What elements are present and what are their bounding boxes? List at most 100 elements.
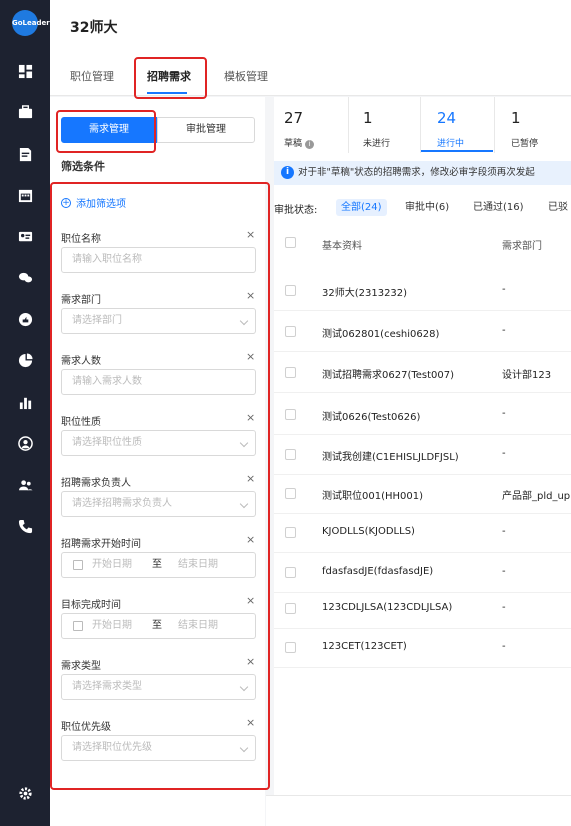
- start-time-range-picker[interactable]: 开始日期 至 结束日期: [61, 552, 256, 578]
- row-basic-info[interactable]: 123CDLJLSA(123CDLJLSA): [322, 602, 452, 613]
- stat-paused-label: 已暂停: [511, 139, 539, 149]
- tab-template-management[interactable]: 模板管理: [224, 68, 268, 84]
- remove-filter-icon[interactable]: ×: [246, 472, 255, 485]
- chip-approved[interactable]: 已通过(16): [468, 199, 529, 216]
- row-department: -: [502, 408, 506, 419]
- field-label-target-time: 目标完成时间: [61, 600, 121, 611]
- row-checkbox[interactable]: [285, 527, 296, 538]
- row-department: -: [502, 284, 506, 295]
- pie-chart-icon[interactable]: [17, 352, 33, 368]
- main-tabs: 职位管理 招聘需求 模板管理: [50, 52, 571, 96]
- row-checkbox[interactable]: [285, 488, 296, 499]
- department-placeholder: 请选择部门: [72, 315, 122, 326]
- table-row[interactable]: 123CDLJLSA(123CDLJLSA) -: [274, 589, 571, 629]
- table-row[interactable]: 测试职位001(HH001) 产品部_pld_up: [274, 474, 571, 514]
- bar-chart-icon[interactable]: [17, 394, 33, 410]
- top-bar: 32师大: [50, 0, 571, 52]
- approval-management-button[interactable]: 审批管理: [157, 117, 255, 143]
- owner-select[interactable]: 请选择招聘需求负责人: [61, 491, 256, 517]
- calendar-icon[interactable]: [17, 187, 33, 203]
- tab-job-management[interactable]: 职位管理: [70, 68, 114, 84]
- remove-filter-icon[interactable]: ×: [246, 289, 255, 302]
- table-row[interactable]: 123CET(123CET) -: [274, 628, 571, 668]
- row-basic-info[interactable]: 测试062801(ceshi0628): [322, 325, 439, 340]
- remove-filter-icon[interactable]: ×: [246, 228, 255, 241]
- info-icon: i: [281, 166, 294, 179]
- remove-filter-icon[interactable]: ×: [246, 350, 255, 363]
- remove-filter-icon[interactable]: ×: [246, 533, 255, 546]
- sidebar: GoLeader: [0, 0, 50, 826]
- stat-paused[interactable]: 1 已暂停: [511, 97, 566, 153]
- chevron-down-icon: [239, 682, 249, 692]
- info-banner: i 对于非"草稿"状态的招聘需求，修改必审字段须再次发起: [274, 161, 571, 185]
- row-checkbox[interactable]: [285, 642, 296, 653]
- select-all-checkbox[interactable]: [285, 237, 296, 248]
- users-icon[interactable]: [17, 477, 33, 493]
- demand-type-select[interactable]: 请选择需求类型: [61, 674, 256, 700]
- phone-icon[interactable]: [17, 518, 33, 534]
- chip-all[interactable]: 全部(24): [336, 199, 387, 216]
- document-icon[interactable]: [17, 146, 33, 162]
- table-row[interactable]: 测试招聘需求0627(Test007) 设计部123: [274, 353, 571, 393]
- table-row[interactable]: 32师大(2313232) -: [274, 271, 571, 311]
- table-row[interactable]: 测试我创建(C1EHISLJLDFJSL) -: [274, 435, 571, 475]
- field-label-start-time: 招聘需求开始时间: [61, 539, 141, 550]
- stat-in-progress-count: 24: [437, 109, 457, 127]
- chip-rejected[interactable]: 已驳: [543, 199, 571, 216]
- tab-recruitment-demand[interactable]: 招聘需求: [147, 68, 191, 84]
- row-checkbox[interactable]: [285, 603, 296, 614]
- row-basic-info[interactable]: 测试职位001(HH001): [322, 487, 423, 502]
- row-checkbox[interactable]: [285, 367, 296, 378]
- row-checkbox[interactable]: [285, 567, 296, 578]
- row-department: -: [502, 526, 506, 537]
- stat-not-started-count: 1: [363, 109, 373, 127]
- stat-not-started[interactable]: 1 未进行: [363, 97, 418, 153]
- row-checkbox[interactable]: [285, 449, 296, 460]
- stat-in-progress[interactable]: 24 进行中: [437, 97, 492, 153]
- app-logo[interactable]: GoLeader: [12, 10, 50, 36]
- stat-not-started-label: 未进行: [363, 139, 391, 149]
- chevron-down-icon: [239, 316, 249, 326]
- remove-filter-icon[interactable]: ×: [246, 716, 255, 729]
- thumbs-up-icon[interactable]: [17, 311, 33, 327]
- row-basic-info[interactable]: 32师大(2313232): [322, 284, 407, 299]
- department-select[interactable]: 请选择部门: [61, 308, 256, 334]
- row-checkbox[interactable]: [285, 326, 296, 337]
- briefcase-icon[interactable]: [17, 104, 33, 120]
- row-checkbox[interactable]: [285, 409, 296, 420]
- row-checkbox[interactable]: [285, 285, 296, 296]
- job-nature-select[interactable]: 请选择职位性质: [61, 430, 256, 456]
- row-department: -: [502, 448, 506, 459]
- table-row[interactable]: KJODLLS(KJODLLS) -: [274, 513, 571, 553]
- table-row[interactable]: 测试0626(Test0626) -: [274, 395, 571, 435]
- row-department: -: [502, 566, 506, 577]
- chat-icon[interactable]: [17, 269, 33, 285]
- row-basic-info[interactable]: 123CET(123CET): [322, 641, 407, 652]
- filter-panel: 需求管理 审批管理 筛选条件 + 添加筛选项 职位名称 × 请输入职位名称 需求…: [50, 97, 265, 826]
- headcount-input[interactable]: 请输入需求人数: [61, 369, 256, 395]
- field-label-department: 需求部门: [61, 295, 101, 306]
- demand-management-button[interactable]: 需求管理: [61, 117, 157, 143]
- remove-filter-icon[interactable]: ×: [246, 411, 255, 424]
- field-label-priority: 职位优先级: [61, 722, 111, 733]
- row-basic-info[interactable]: KJODLLS(KJODLLS): [322, 526, 415, 537]
- target-time-range-picker[interactable]: 开始日期 至 结束日期: [61, 613, 256, 639]
- settings-icon[interactable]: [17, 785, 33, 801]
- id-card-icon[interactable]: [17, 228, 33, 244]
- row-basic-info[interactable]: 测试我创建(C1EHISLJLDFJSL): [322, 448, 459, 463]
- field-label-headcount: 需求人数: [61, 356, 101, 367]
- dashboard-icon[interactable]: [17, 63, 33, 79]
- remove-filter-icon[interactable]: ×: [246, 594, 255, 607]
- row-basic-info[interactable]: 测试0626(Test0626): [322, 408, 420, 423]
- row-basic-info[interactable]: fdasfasdJE(fdasfasdJE): [322, 566, 433, 577]
- add-filter-button[interactable]: + 添加筛选项: [61, 195, 126, 210]
- priority-select[interactable]: 请选择职位优先级: [61, 735, 256, 761]
- remove-filter-icon[interactable]: ×: [246, 655, 255, 668]
- user-circle-icon[interactable]: [17, 435, 33, 451]
- chip-pending[interactable]: 审批中(6): [400, 199, 454, 216]
- row-basic-info[interactable]: 测试招聘需求0627(Test007): [322, 366, 454, 381]
- table-row[interactable]: 测试062801(ceshi0628) -: [274, 312, 571, 352]
- stat-draft[interactable]: 27 草稿 i: [284, 97, 346, 153]
- table-row[interactable]: fdasfasdJE(fdasfasdJE) -: [274, 553, 571, 593]
- job-name-input[interactable]: 请输入职位名称: [61, 247, 256, 273]
